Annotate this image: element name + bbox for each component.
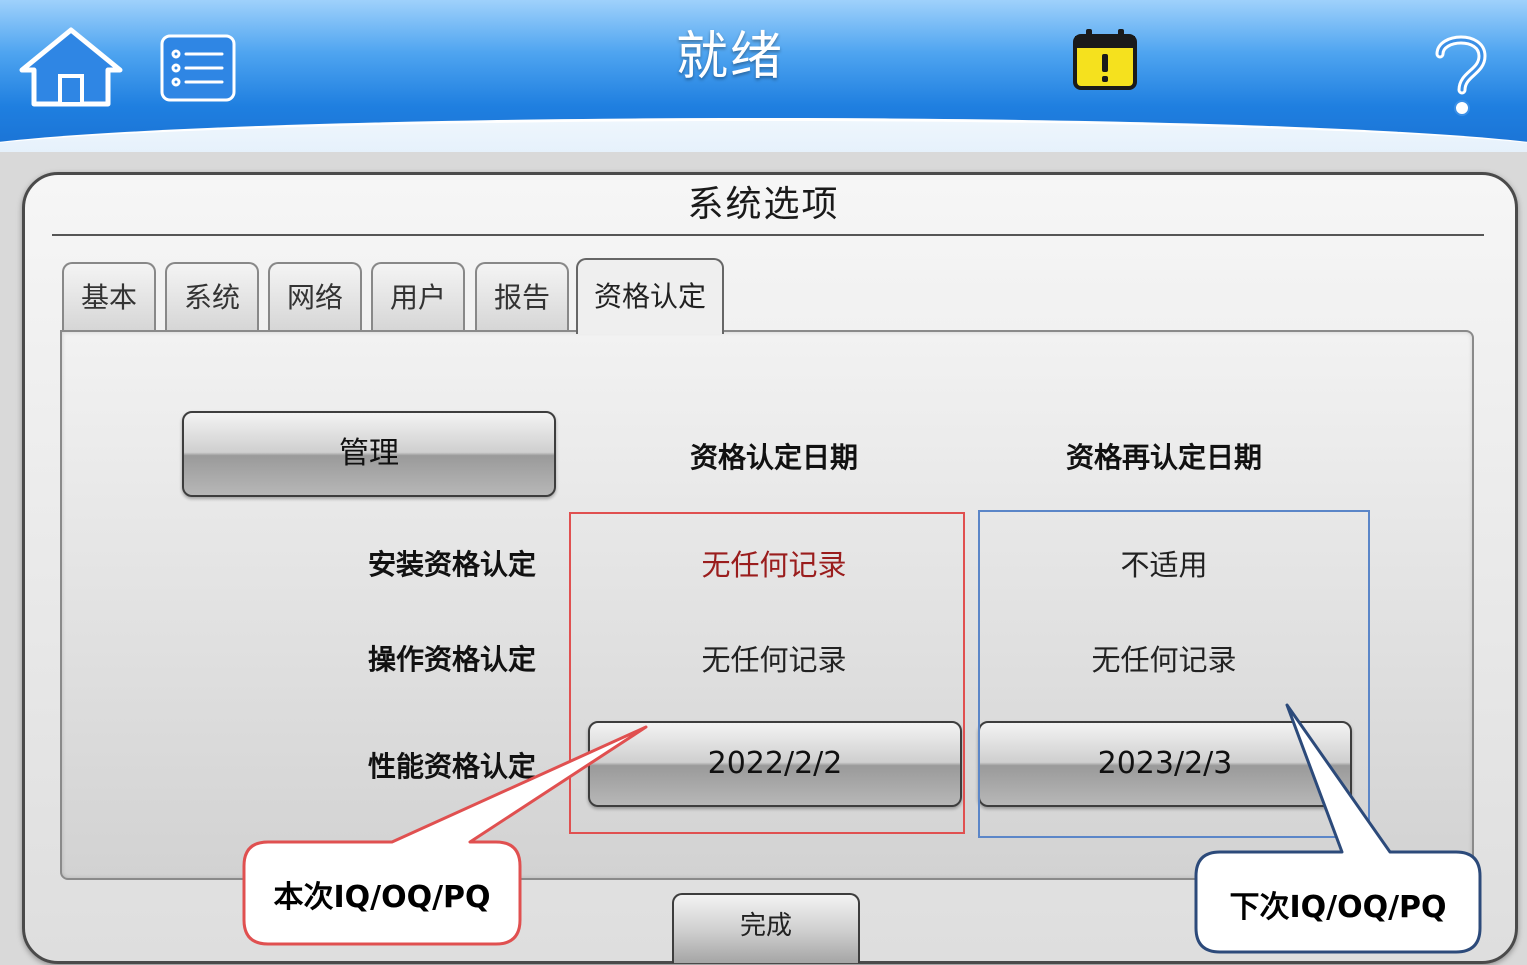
header-curve-decoration [0, 118, 1527, 152]
tab-network[interactable]: 网络 [268, 262, 362, 330]
column-header-requal-date: 资格再认定日期 [1065, 441, 1262, 474]
row-label-iq: 安装资格认定 [367, 548, 536, 581]
title-divider [52, 234, 1484, 236]
help-button[interactable] [1430, 30, 1492, 120]
tab-users[interactable]: 用户 [371, 262, 465, 330]
row-label-pq: 性能资格认定 [367, 750, 536, 783]
status-title: 就绪 [675, 27, 784, 87]
current-date-highlight [569, 512, 965, 834]
menu-list-icon [160, 34, 236, 102]
tab-reports[interactable]: 报告 [475, 262, 569, 330]
home-icon [19, 27, 123, 107]
menu-button[interactable] [160, 34, 236, 102]
done-button[interactable]: 完成 [672, 893, 860, 963]
column-header-qual-date: 资格认定日期 [689, 441, 858, 474]
next-date-highlight [978, 510, 1370, 838]
tab-qualification[interactable]: 资格认定 [576, 258, 724, 334]
row-label-oq: 操作资格认定 [367, 643, 536, 676]
tab-basic[interactable]: 基本 [62, 262, 156, 330]
panel-title: 系统选项 [687, 184, 840, 225]
alert-calendar-button[interactable] [1072, 28, 1138, 92]
manage-button[interactable]: 管理 [182, 411, 556, 497]
next-callout-text: 下次IQ/OQ/PQ [1229, 890, 1447, 925]
tab-system[interactable]: 系统 [165, 262, 259, 330]
help-icon [1435, 35, 1487, 116]
home-button[interactable] [16, 26, 126, 108]
current-callout-text: 本次IQ/OQ/PQ [273, 880, 491, 915]
calendar-alert-icon [1073, 29, 1137, 90]
